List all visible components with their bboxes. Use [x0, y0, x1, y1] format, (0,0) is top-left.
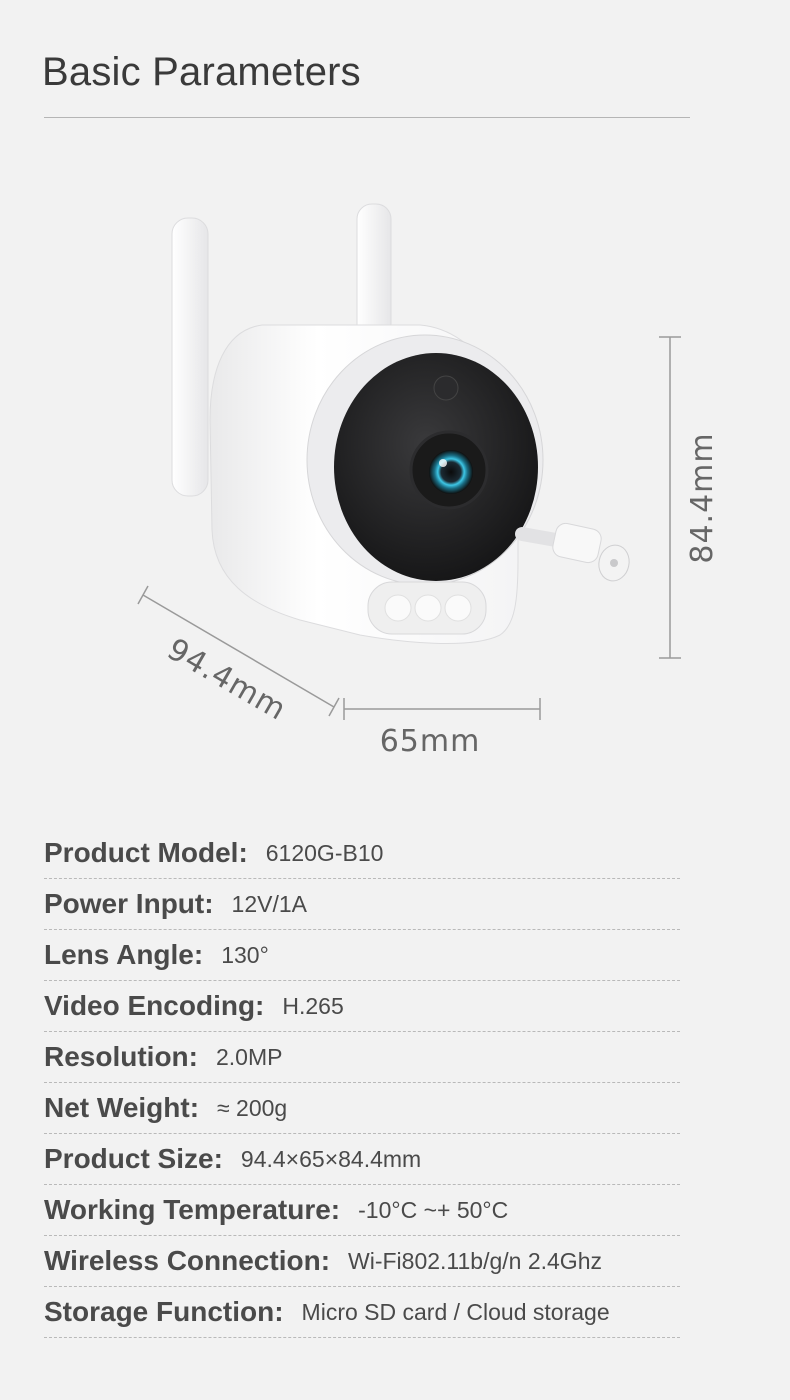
spec-label: Lens Angle: — [44, 939, 204, 970]
spec-label: Net Weight: — [44, 1092, 200, 1123]
spec-value: 12V/1A — [231, 890, 307, 917]
spec-value: Micro SD card / Cloud storage — [301, 1298, 610, 1325]
spec-row-storage-function: Storage Function: Micro SD card / Cloud … — [44, 1287, 680, 1338]
spec-value: Wi-Fi802.11b/g/n 2.4Ghz — [348, 1247, 602, 1274]
light-sensor-icon — [433, 375, 459, 401]
led-light-icon — [414, 594, 442, 622]
depth-dimension-label: 94.4mm — [161, 632, 292, 728]
spec-row-video-encoding: Video Encoding: H.265 — [44, 981, 680, 1032]
spec-label: Resolution: — [44, 1041, 198, 1072]
height-dimension-label: 84.4mm — [685, 432, 720, 563]
spec-row-working-temperature: Working Temperature: -10°C ~+ 50°C — [44, 1185, 680, 1236]
spec-row-lens-angle: Lens Angle: 130° — [44, 930, 680, 981]
camera-lens-icon — [429, 450, 473, 494]
spec-row-product-size: Product Size: 94.4×65×84.4mm — [44, 1134, 680, 1185]
spec-label: Product Size: — [44, 1143, 223, 1174]
camera-illustration: 84.4mm 65mm 94.4mm — [137, 203, 720, 759]
spec-value: ≈ 200g — [217, 1094, 288, 1121]
spec-row-wireless-connection: Wireless Connection: Wi-Fi802.11b/g/n 2.… — [44, 1236, 680, 1287]
spec-label: Wireless Connection: — [44, 1245, 331, 1276]
width-dimension-label: 65mm — [380, 724, 481, 759]
spec-row-product-model: Product Model: 6120G-B10 — [44, 828, 680, 879]
led-light-icon — [444, 594, 472, 622]
spec-value: H.265 — [282, 992, 344, 1019]
spec-value: 94.4×65×84.4mm — [240, 1145, 422, 1172]
title-divider — [44, 117, 690, 118]
product-dimension-figure: 84.4mm 65mm 94.4mm — [0, 180, 790, 780]
spec-list: Product Model: 6120G-B10 Power Input: 12… — [44, 828, 680, 1338]
spec-value: 130° — [221, 941, 269, 968]
spec-row-power-input: Power Input: 12V/1A — [44, 879, 680, 930]
left-antenna — [171, 217, 209, 497]
spec-row-resolution: Resolution: 2.0MP — [44, 1032, 680, 1083]
spec-value: -10°C ~+ 50°C — [358, 1196, 509, 1223]
spec-label: Power Input: — [44, 888, 214, 919]
spec-value: 2.0MP — [216, 1043, 283, 1070]
spec-label: Storage Function: — [44, 1296, 284, 1327]
spec-label: Video Encoding: — [44, 990, 265, 1021]
spec-value: 6120G-B10 — [265, 839, 384, 866]
led-light-icon — [384, 594, 412, 622]
page-title: Basic Parameters — [42, 50, 361, 94]
spec-label: Product Model: — [44, 837, 248, 868]
power-connector — [552, 522, 602, 564]
spec-label: Working Temperature: — [44, 1194, 341, 1225]
spec-row-net-weight: Net Weight: ≈ 200g — [44, 1083, 680, 1134]
power-cable — [515, 527, 563, 547]
